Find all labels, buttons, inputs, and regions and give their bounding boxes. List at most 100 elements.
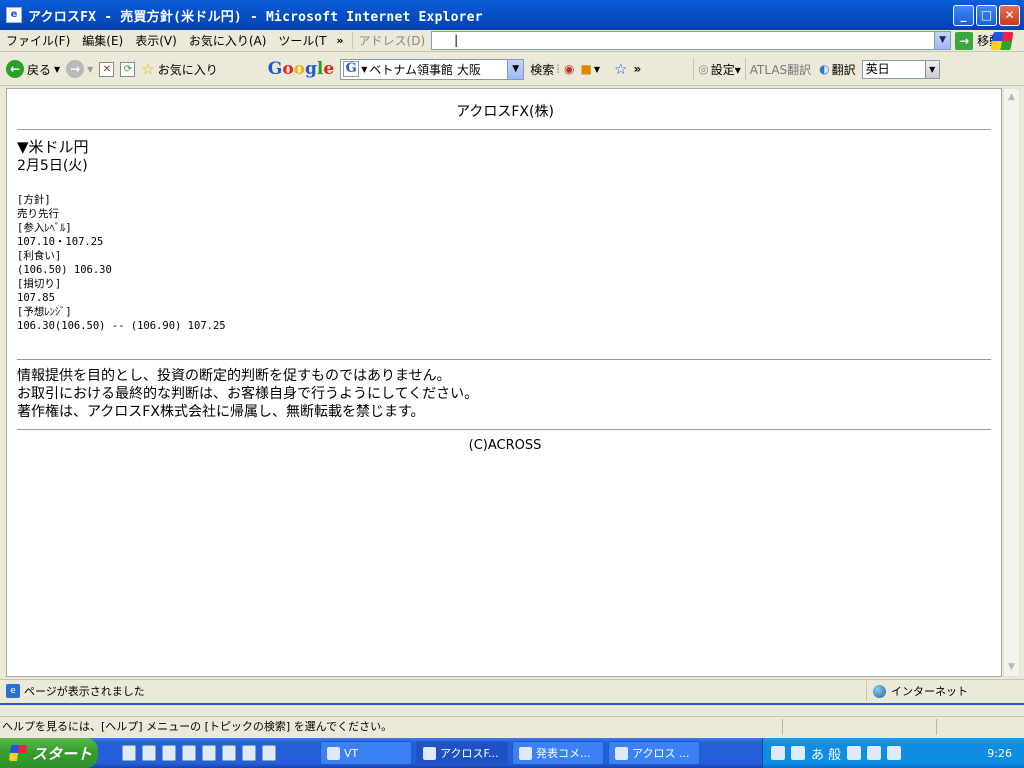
forward-button[interactable]: → ▼ [66, 60, 93, 78]
google-g-dropdown-icon[interactable]: ▼ [361, 65, 367, 74]
quick-launch [122, 745, 276, 761]
settings-gear-icon: ◎ [698, 62, 709, 76]
atlas-translate-button[interactable]: ATLAS翻訳 [750, 61, 811, 78]
menu-overflow-chevron-icon[interactable]: » [336, 34, 343, 47]
menu-file[interactable]: ファイル(F) [0, 32, 76, 49]
forward-dropdown-icon[interactable]: ▼ [87, 65, 93, 74]
security-zone[interactable]: インターネット [866, 681, 1016, 701]
autofill-icon[interactable]: ■ [581, 62, 592, 76]
menu-tools[interactable]: ツール(T [272, 32, 332, 49]
vertical-scrollbar[interactable]: ▲ ▼ [1003, 88, 1020, 677]
ime-icon[interactable] [791, 746, 805, 760]
currency-pair-title: ▼米ドル円 [17, 138, 89, 156]
disclaimer-line: 情報提供を目的とし、投資の断定的判断を促すものではありません。 [17, 368, 451, 384]
app-status-bar: ヘルプを見るには、[ヘルプ] メニューの [トピックの検索] を選んでください。 [0, 716, 1024, 736]
policy-label: [方針] [17, 194, 51, 206]
translate-button[interactable]: 翻訳 [832, 61, 856, 78]
scroll-down-icon[interactable]: ▼ [1004, 659, 1019, 676]
ie-icon[interactable] [162, 745, 176, 761]
ie-icon[interactable] [142, 745, 156, 761]
google-search-value: ベトナム領事館 大阪 [369, 62, 481, 77]
clock[interactable]: 9:26 [987, 747, 1012, 760]
address-input[interactable]: | ▼ [431, 31, 952, 50]
refresh-button[interactable]: ⟳ [120, 61, 136, 77]
document-icon [519, 746, 532, 760]
scroll-up-icon[interactable]: ▲ [1004, 89, 1019, 106]
expected-range-value: 106.30(106.50) -- (106.90) 107.25 [17, 320, 226, 332]
expected-range-label: [予想ﾚﾝｼﾞ] [17, 306, 72, 318]
back-button[interactable]: ← 戻る ▼ [6, 60, 60, 78]
page-header: アクロスFX(株) [456, 104, 554, 120]
popup-blocker-icon[interactable]: ◉ [564, 62, 574, 76]
back-dropdown-icon[interactable]: ▼ [54, 65, 60, 74]
toolbar-overflow-chevron-icon[interactable]: » [633, 62, 641, 76]
ime-mode[interactable]: あ 般 [811, 744, 841, 763]
tray-icon[interactable] [867, 746, 882, 760]
menu-view[interactable]: 表示(V) [129, 32, 183, 49]
app-icon[interactable] [242, 745, 256, 761]
chevron-down-icon[interactable]: ▼ [507, 59, 524, 79]
favorites-button[interactable]: ☆ お気に入り [141, 60, 217, 78]
app-icon[interactable] [262, 745, 276, 761]
divider [17, 429, 991, 430]
browser-viewport[interactable]: アクロスFX(株) ▼米ドル円 2月5日(火) [方針] 売り先行 [参入ﾚﾍﾞ… [6, 88, 1002, 677]
help-icon[interactable] [887, 746, 902, 760]
document-icon[interactable] [202, 745, 216, 761]
document-icon[interactable] [182, 745, 196, 761]
task-button-across-ie[interactable]: アクロスF... [416, 741, 508, 765]
bookmark-star-icon[interactable]: ☆ [614, 60, 627, 78]
menu-favorites[interactable]: お気に入り(A) [183, 32, 273, 49]
task-button-across[interactable]: アクロス ... [608, 741, 700, 765]
menu-edit[interactable]: 編集(E) [76, 32, 129, 49]
address-label: アドレス(D) [351, 32, 425, 49]
search-button[interactable]: 検索 [530, 61, 554, 78]
forward-arrow-icon: → [66, 60, 85, 78]
task-buttons: VT アクロスF... 発表コメ... アクロス ... [320, 741, 700, 765]
title-bar: e アクロスFX - 売買方針(米ドル円) - Microsoft Intern… [0, 0, 1024, 30]
policy-value: 売り先行 [17, 208, 59, 220]
start-button[interactable]: スタート [0, 738, 98, 768]
back-arrow-icon: ← [6, 60, 24, 78]
app-icon [615, 746, 628, 760]
translate-globe-icon: ◐ [819, 62, 830, 76]
disclaimer: 情報提供を目的とし、投資の断定的判断を促すものではありません。 お取引における最… [17, 367, 478, 421]
chevron-down-icon[interactable]: ▼ [924, 60, 939, 78]
entry-level-value: 107.10・107.25 [17, 236, 104, 248]
window-title: アクロスFX - 売買方針(米ドル円) - Microsoft Internet… [28, 9, 483, 25]
toolbar-grip-icon: ⁞ [556, 62, 561, 76]
settings-button[interactable]: 設定▾ [711, 61, 741, 78]
favorites-label: お気に入り [157, 62, 218, 77]
task-button-announcement[interactable]: 発表コメ... [512, 741, 604, 765]
task-label: アクロス ... [632, 747, 690, 760]
autofill-dropdown-icon[interactable]: ▼ [594, 65, 600, 74]
quicklaunch-icon[interactable] [122, 745, 136, 761]
ie-icon [423, 746, 436, 760]
stop-button[interactable]: ✕ [99, 61, 115, 77]
task-button-vt[interactable]: VT [320, 741, 412, 765]
translate-language-select[interactable]: 英日 ▼ [861, 59, 940, 79]
zone-label: インターネット [891, 685, 968, 698]
star-icon: ☆ [141, 60, 155, 78]
globe-icon [873, 684, 886, 698]
google-logo: Google [267, 59, 335, 79]
minimize-button[interactable]: _ [953, 5, 974, 26]
ie-page-icon: e [6, 7, 22, 23]
taskbar: スタート VT アクロスF... 発表コメ... アクロス ... あ 般 9:… [0, 738, 1024, 768]
close-button[interactable]: ✕ [999, 5, 1020, 26]
task-label: アクロスF... [440, 747, 499, 760]
back-label: 戻る [27, 62, 52, 77]
app-icon[interactable] [222, 745, 236, 761]
divider [17, 129, 991, 130]
stop-loss-label: [損切り] [17, 278, 62, 290]
trading-policy-block: [方針] 売り先行 [参入ﾚﾍﾞﾙ] 107.10・107.25 [利食い] (… [17, 193, 226, 333]
tray-icon[interactable] [847, 746, 862, 760]
chevron-down-icon[interactable]: ▼ [934, 32, 951, 49]
app-icon [327, 746, 340, 760]
google-search-input[interactable]: G ▼ ベトナム領事館 大阪 ▼ [340, 58, 525, 80]
copyright: (C)ACROSS [468, 438, 542, 453]
maximize-button[interactable]: □ [976, 5, 997, 26]
task-label: 発表コメ... [536, 747, 591, 760]
entry-level-label: [参入ﾚﾍﾞﾙ] [17, 222, 72, 234]
toolbar: ← 戻る ▼ → ▼ ✕ ⟳ ☆ お気に入り Google G ▼ ベトナム領事… [0, 53, 1024, 86]
keyboard-icon[interactable] [771, 746, 785, 760]
